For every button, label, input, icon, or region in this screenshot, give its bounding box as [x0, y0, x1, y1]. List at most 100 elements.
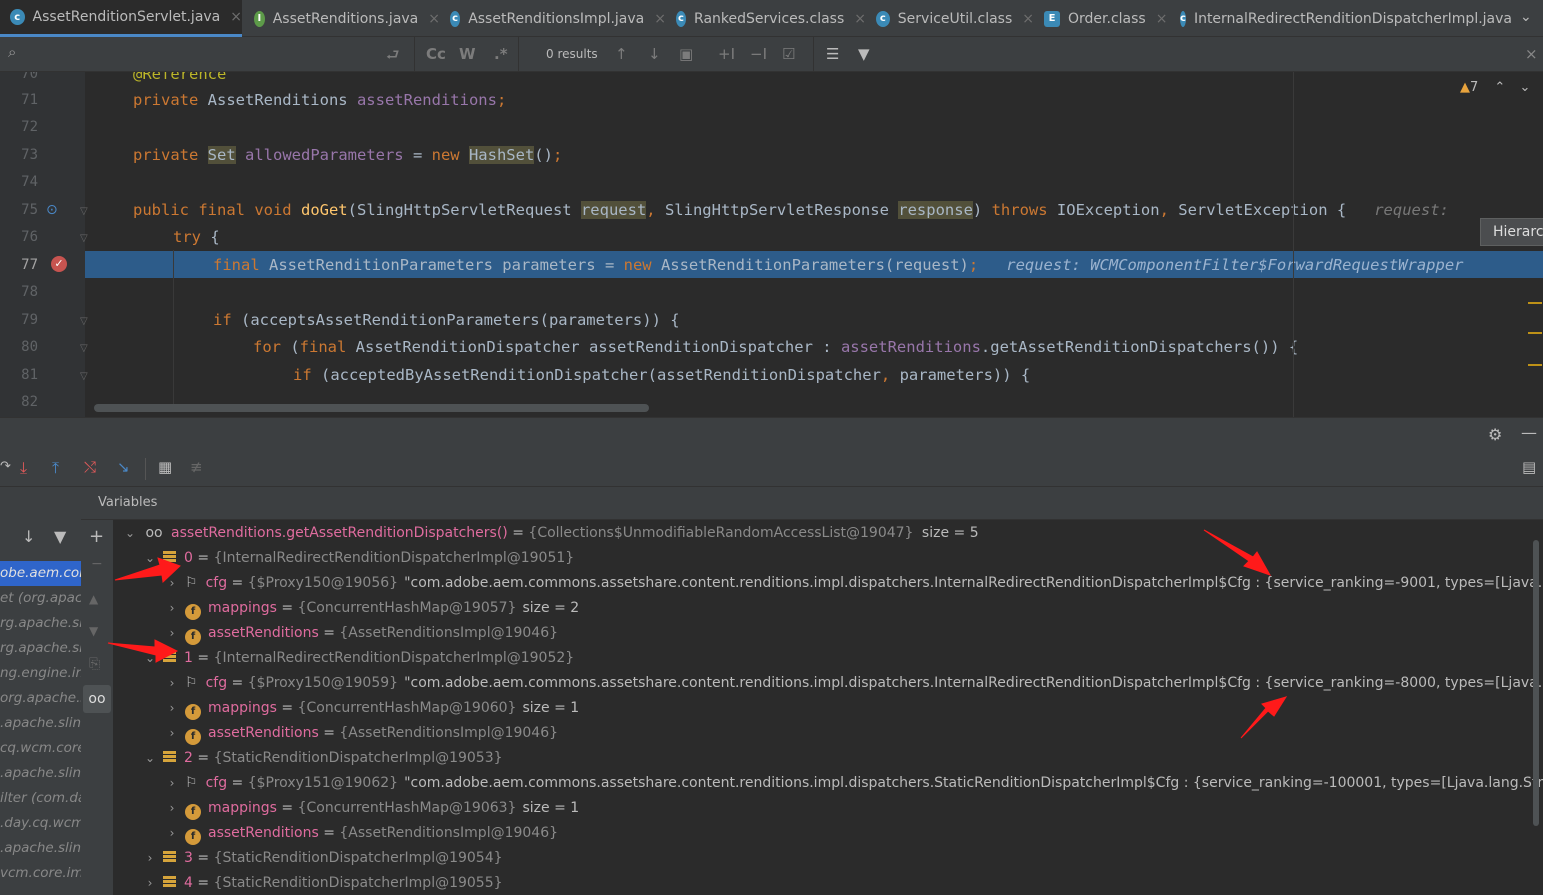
- filter-icon[interactable]: ▼: [54, 527, 66, 546]
- fold-icon[interactable]: ▽: [80, 206, 88, 217]
- step-out-icon[interactable]: ⤒: [52, 458, 59, 478]
- chevron-down-icon[interactable]: ⌄: [123, 521, 137, 546]
- breakpoint-icon[interactable]: ✓: [51, 256, 67, 272]
- error-stripe-mark[interactable]: [1528, 302, 1542, 304]
- filter-icon[interactable]: ▼: [858, 45, 870, 63]
- chevron-right-icon[interactable]: ›: [165, 596, 179, 621]
- filter-options-icon[interactable]: ☰: [826, 45, 839, 63]
- arrow-down-icon[interactable]: ↓: [22, 527, 35, 546]
- tree-row-root[interactable]: ⌄ oo assetRenditions.getAssetRenditionDi…: [123, 521, 979, 546]
- close-icon[interactable]: ×: [428, 11, 440, 27]
- tab-internal-redirect-dispatcher[interactable]: c InternalRedirectRenditionDispatcherImp…: [1170, 0, 1512, 37]
- close-icon[interactable]: ×: [1525, 45, 1538, 63]
- variables-tree[interactable]: ⌄ oo assetRenditions.getAssetRenditionDi…: [113, 520, 1543, 895]
- inspection-widget[interactable]: ▲7 ⌃ ⌄: [1460, 80, 1530, 95]
- remove-watch-icon[interactable]: −: [91, 556, 103, 572]
- new-line-icon[interactable]: ⮐: [386, 45, 400, 70]
- tab-order[interactable]: E Order.class ×: [1034, 0, 1170, 37]
- tree-row-field[interactable]: › f mappings = {ConcurrentHashMap@19060} si…: [165, 696, 579, 721]
- frame-item[interactable]: rg.apache.slir: [0, 611, 81, 636]
- minimize-icon[interactable]: —: [1521, 423, 1537, 442]
- tree-row-field[interactable]: › ⚐ cfg = {$Proxy150@19059} "com.adobe.aem.…: [165, 671, 1543, 696]
- tree-row-item[interactable]: ⌄ 2 = {StaticRenditionDispatcherImpl@1905…: [143, 746, 503, 771]
- error-stripe-mark[interactable]: [1528, 332, 1542, 334]
- chevron-right-icon[interactable]: ›: [143, 846, 157, 871]
- fold-icon[interactable]: ▽: [80, 233, 88, 244]
- step-into-icon[interactable]: ⤓: [20, 458, 27, 478]
- move-down-icon[interactable]: ▼: [89, 624, 98, 638]
- copy-icon[interactable]: ⎘: [89, 656, 100, 672]
- whole-words-button[interactable]: W: [459, 45, 476, 63]
- layout-icon[interactable]: ▤: [1522, 458, 1536, 476]
- close-icon[interactable]: ×: [1156, 11, 1168, 27]
- implements-icon[interactable]: ⊙: [46, 202, 58, 218]
- chevron-right-icon[interactable]: ›: [165, 721, 179, 746]
- tree-row-field[interactable]: › f mappings = {ConcurrentHashMap@19063} si…: [165, 796, 579, 821]
- step-over-icon[interactable]: ↷: [0, 459, 11, 474]
- close-icon[interactable]: ×: [654, 11, 666, 27]
- chevron-right-icon[interactable]: ›: [165, 571, 179, 596]
- tree-row-field[interactable]: › f assetRenditions = {AssetRenditionsImpl…: [165, 721, 558, 746]
- tree-row-field[interactable]: › f mappings = {ConcurrentHashMap@19057} si…: [165, 596, 579, 621]
- next-occurrence-icon[interactable]: ↓: [648, 45, 661, 63]
- frame-item[interactable]: obe.aem.cor: [0, 561, 81, 586]
- chevron-right-icon[interactable]: ›: [165, 671, 179, 696]
- tree-row-item[interactable]: ⌄ 0 = {InternalRedirectRenditionDispatche…: [143, 546, 574, 571]
- tree-row-field[interactable]: › ⚐ cfg = {$Proxy150@19056} "com.adobe.aem.…: [165, 571, 1543, 596]
- frame-item[interactable]: ng.engine.imp: [0, 661, 81, 686]
- chevron-right-icon[interactable]: ›: [165, 771, 179, 796]
- frame-item[interactable]: .day.cq.wcm: [0, 811, 81, 836]
- trace-stream-icon[interactable]: ≢: [190, 458, 203, 476]
- previous-highlight-icon[interactable]: ⌃: [1494, 80, 1505, 95]
- add-watch-icon[interactable]: +: [89, 526, 104, 547]
- tree-row-field[interactable]: › f assetRenditions = {AssetRenditionsImpl…: [165, 621, 558, 646]
- select-all-occurrences-icon[interactable]: ☑: [782, 45, 795, 63]
- error-stripe-mark[interactable]: [1528, 364, 1542, 366]
- frame-item[interactable]: rg.apache.slir: [0, 636, 81, 661]
- next-highlight-icon[interactable]: ⌄: [1519, 80, 1530, 95]
- close-icon[interactable]: ×: [854, 11, 866, 27]
- select-all-icon[interactable]: ▣: [679, 45, 693, 63]
- show-watches-icon[interactable]: oo: [83, 685, 111, 713]
- frame-item[interactable]: cq.wcm.core: [0, 736, 81, 761]
- frame-item[interactable]: .apache.sling: [0, 761, 81, 786]
- frame-item[interactable]: org.apache.sli: [0, 686, 81, 711]
- chevron-right-icon[interactable]: ›: [165, 821, 179, 846]
- evaluate-expression-icon[interactable]: ▦: [158, 458, 172, 476]
- add-selection-icon[interactable]: +I: [718, 45, 735, 63]
- fold-icon[interactable]: ▽: [80, 371, 88, 382]
- tree-row-item[interactable]: › 4 = {StaticRenditionDispatcherImpl@1905…: [143, 871, 503, 895]
- tree-row-field[interactable]: › f assetRenditions = {AssetRenditionsImpl…: [165, 821, 558, 846]
- chevron-down-icon[interactable]: ⌄: [143, 746, 157, 771]
- horizontal-scrollbar[interactable]: [94, 404, 649, 412]
- frame-item[interactable]: et (org.apach: [0, 586, 81, 611]
- tab-service-util[interactable]: c ServiceUtil.class ×: [866, 0, 1034, 37]
- code-editor[interactable]: 70 71 72 73 74 75 76 77 78 79 80 81 82 ⊙…: [0, 72, 1543, 417]
- move-up-icon[interactable]: ▲: [89, 592, 98, 606]
- hierarchy-tooltip[interactable]: Hierarch: [1480, 218, 1543, 246]
- fold-icon[interactable]: ▽: [80, 316, 88, 327]
- search-icon[interactable]: ⌕: [8, 43, 16, 61]
- match-case-button[interactable]: Cc: [426, 45, 446, 63]
- frame-item[interactable]: .apache.sling: [0, 711, 81, 736]
- chevron-down-icon[interactable]: ⌄: [143, 546, 157, 571]
- gear-icon[interactable]: ⚙: [1488, 425, 1502, 444]
- chevron-right-icon[interactable]: ›: [165, 696, 179, 721]
- tab-asset-rendition-servlet[interactable]: c AssetRenditionServlet.java ×: [0, 0, 242, 37]
- tree-row-item[interactable]: › 3 = {StaticRenditionDispatcherImpl@1905…: [143, 846, 503, 871]
- tab-list-chevron-icon[interactable]: ⌄: [1520, 9, 1532, 25]
- tab-asset-renditions[interactable]: I AssetRenditions.java ×: [244, 0, 440, 37]
- close-icon[interactable]: ×: [230, 9, 242, 25]
- chevron-right-icon[interactable]: ›: [143, 871, 157, 895]
- regex-button[interactable]: .*: [494, 45, 508, 63]
- frame-item[interactable]: vcm.core.imp: [0, 861, 81, 886]
- tab-ranked-services[interactable]: c RankedServices.class ×: [666, 0, 866, 37]
- frame-item[interactable]: .apache.sling: [0, 836, 81, 861]
- previous-occurrence-icon[interactable]: ↑: [615, 45, 628, 63]
- tab-asset-renditions-impl[interactable]: c AssetRenditionsImpl.java ×: [440, 0, 666, 37]
- frame-item[interactable]: ilter (com.da: [0, 786, 81, 811]
- close-icon[interactable]: ×: [1022, 11, 1034, 27]
- vertical-scrollbar[interactable]: [1533, 540, 1539, 826]
- force-step-into-icon[interactable]: ⤭: [84, 458, 96, 476]
- tree-row-field[interactable]: › ⚐ cfg = {$Proxy151@19062} "com.adobe.aem.…: [165, 771, 1543, 796]
